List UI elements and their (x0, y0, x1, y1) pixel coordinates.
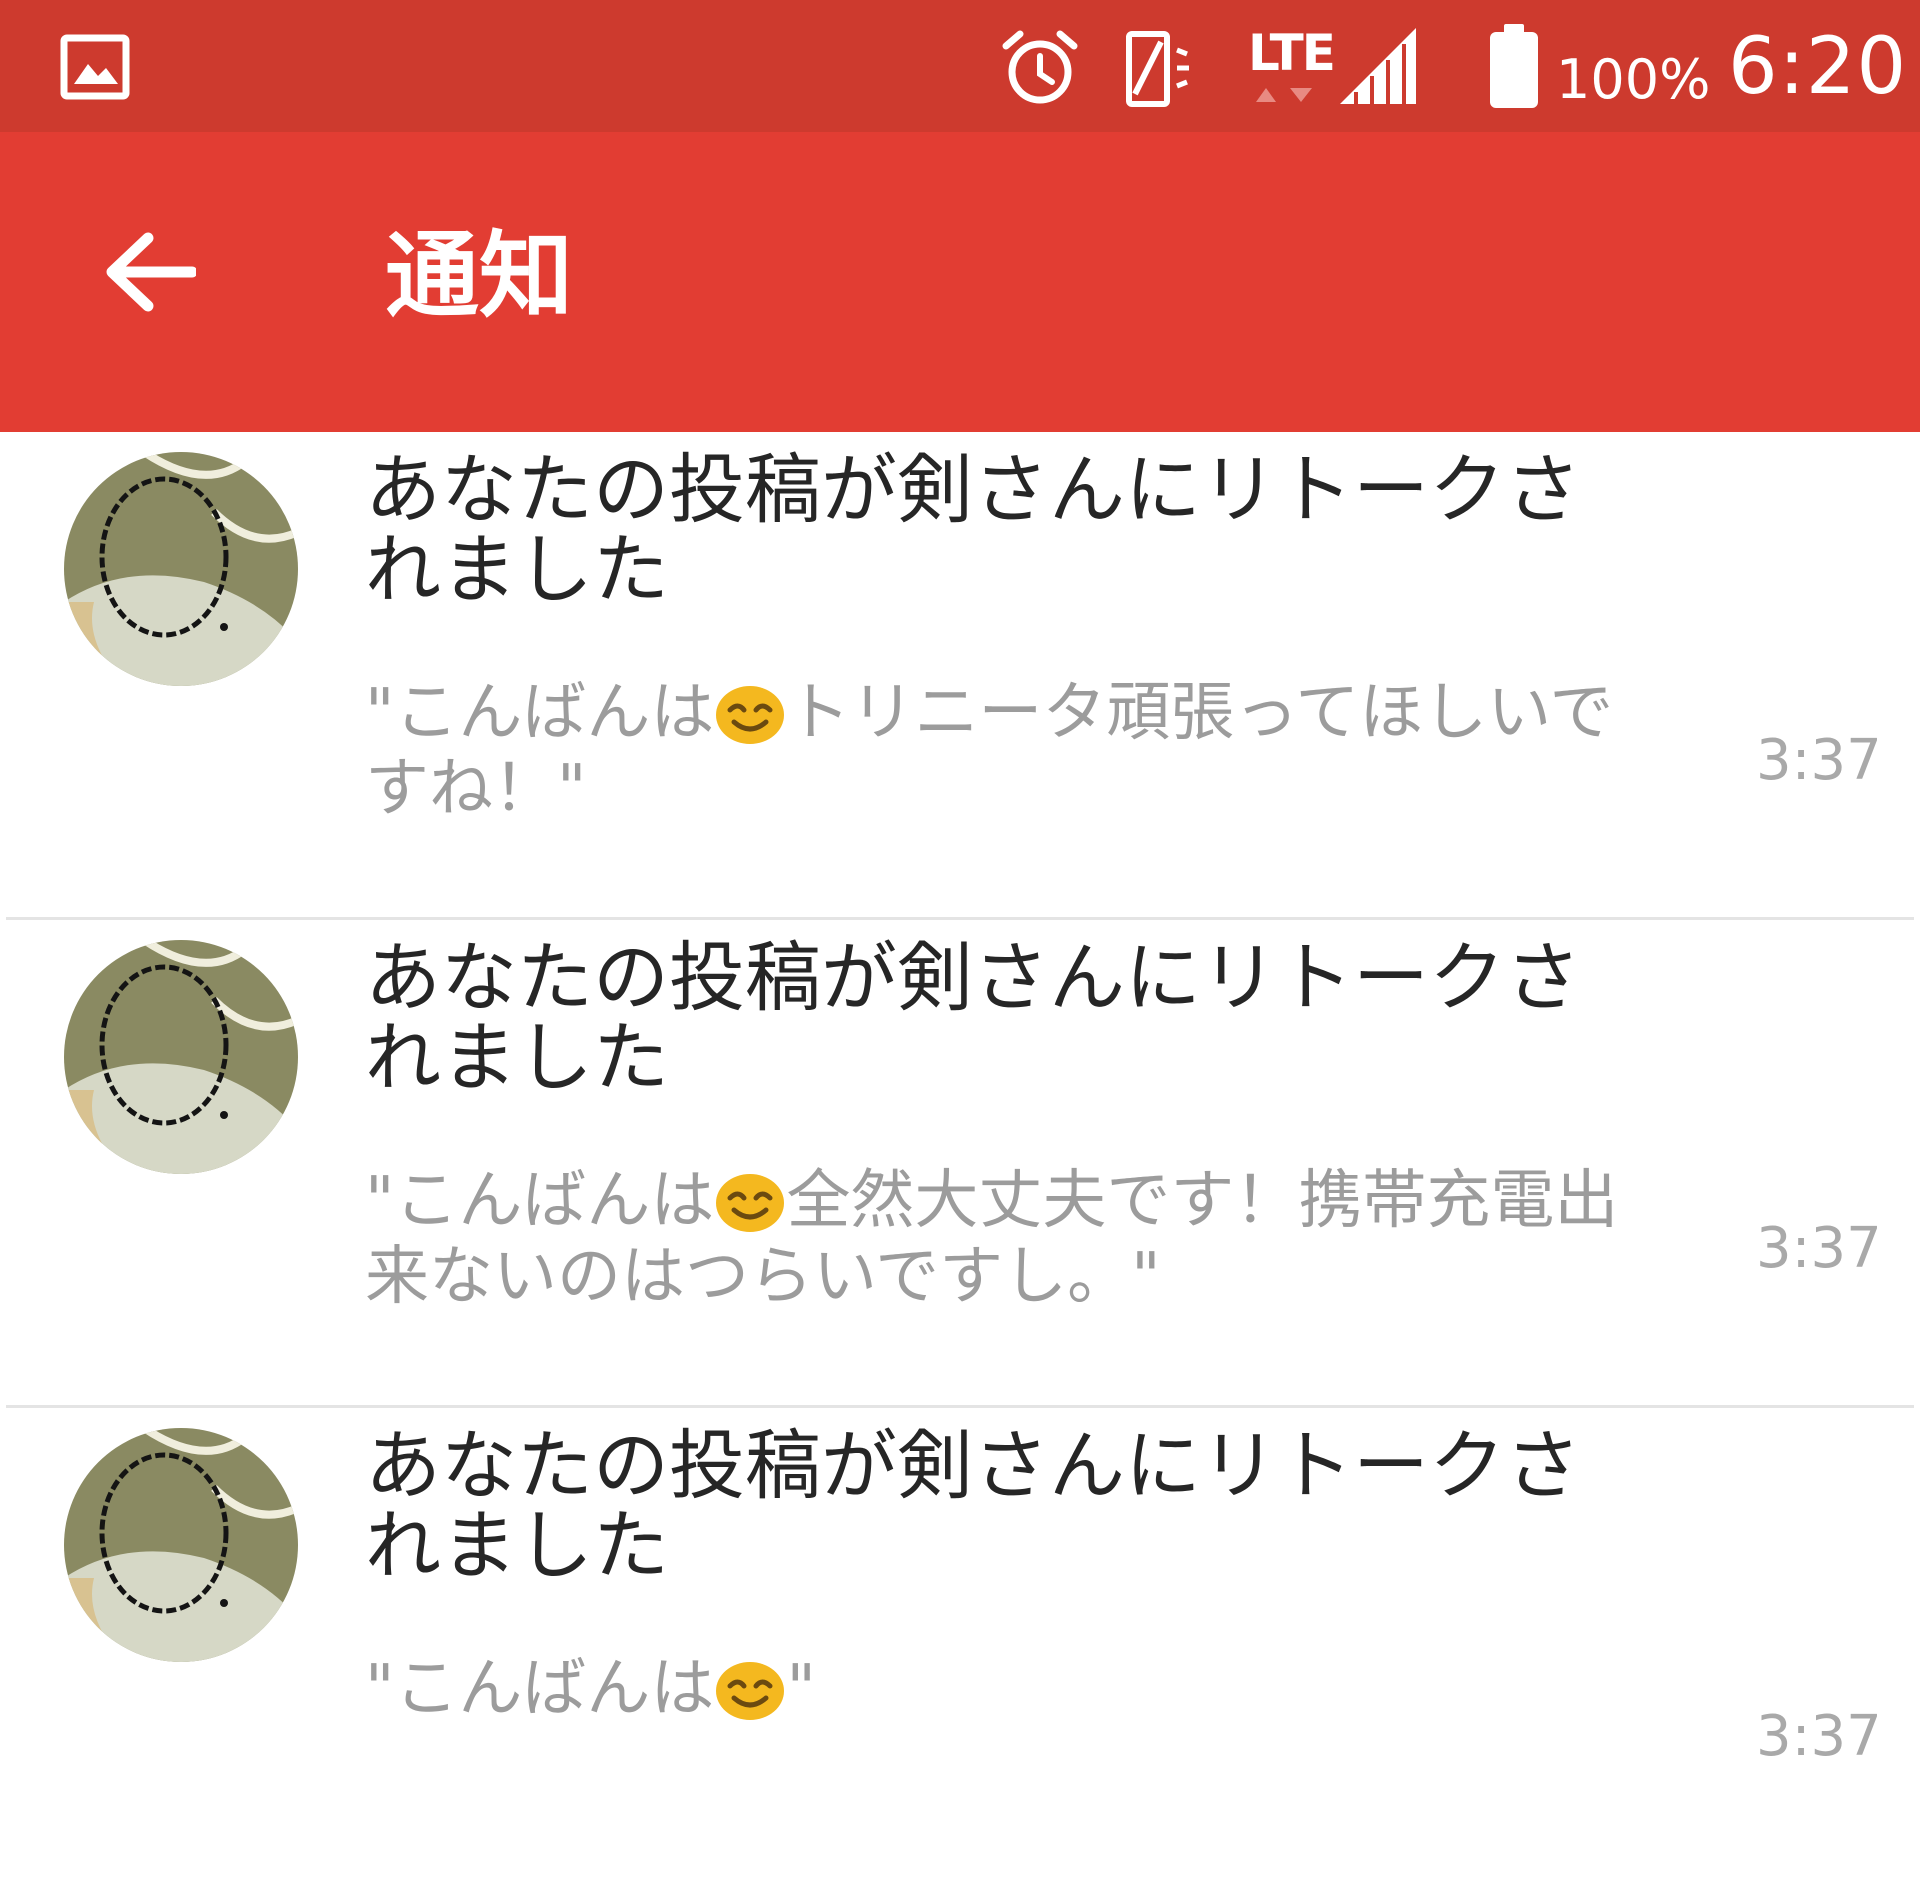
notification-title: あなたの投稿が剣さんにリトークされました (365, 445, 1581, 614)
notification-list: あなたの投稿が剣さんにリトークされました "こんばんは トリニータ頑張ってほしいで… (0, 432, 1920, 1896)
app-bar: 通知 (0, 132, 1920, 432)
notification-snippet: "こんばんは " (365, 1651, 1635, 1727)
notification-time: 3:37 (1756, 1216, 1882, 1281)
notification-snippet: "こんばんは 全然大丈夫です！携帯充電出来ないのはつらいですし。" (365, 1163, 1635, 1315)
vibrate-icon (1125, 28, 1195, 110)
notification-title: あなたの投稿が剣さんにリトークされました (365, 933, 1581, 1102)
battery-icon (1488, 24, 1540, 110)
avatar[interactable] (64, 1428, 298, 1662)
notification-item[interactable]: あなたの投稿が剣さんにリトークされました "こんばんは " 3:37 (0, 1408, 1920, 1896)
notification-item[interactable]: あなたの投稿が剣さんにリトークされました "こんばんは 全然大丈夫です！携帯充電出… (0, 920, 1920, 1408)
page-title: 通知 (385, 222, 574, 331)
data-arrows-icon (1252, 84, 1316, 104)
signal-icon (1338, 26, 1418, 106)
gallery-icon (60, 34, 130, 100)
notification-time: 3:37 (1756, 728, 1882, 793)
notification-item[interactable]: あなたの投稿が剣さんにリトークされました "こんばんは トリニータ頑張ってほしいで… (0, 432, 1920, 920)
notification-time: 3:37 (1756, 1704, 1882, 1769)
snippet-prefix: "こんばんは (365, 1652, 715, 1726)
avatar[interactable] (64, 452, 298, 686)
notification-title: あなたの投稿が剣さんにリトークされました (365, 1421, 1581, 1590)
snippet-prefix: "こんばんは (365, 676, 715, 750)
smiling-face-icon (714, 1658, 786, 1720)
avatar[interactable] (64, 940, 298, 1174)
battery-percent: 100% (1556, 48, 1711, 111)
snippet-suffix: " (786, 1652, 816, 1726)
notification-snippet: "こんばんは トリニータ頑張ってほしいですね！" (365, 675, 1635, 827)
alarm-icon (1000, 28, 1080, 108)
status-clock: 6:20 (1728, 22, 1908, 112)
smiling-face-icon (714, 1170, 786, 1232)
arrow-left-icon[interactable] (104, 232, 198, 312)
status-bar: LTE 100% 6:20 (0, 0, 1920, 132)
snippet-prefix: "こんばんは (365, 1164, 715, 1238)
smiling-face-icon (714, 682, 786, 744)
network-type-label: LTE (1248, 24, 1336, 82)
